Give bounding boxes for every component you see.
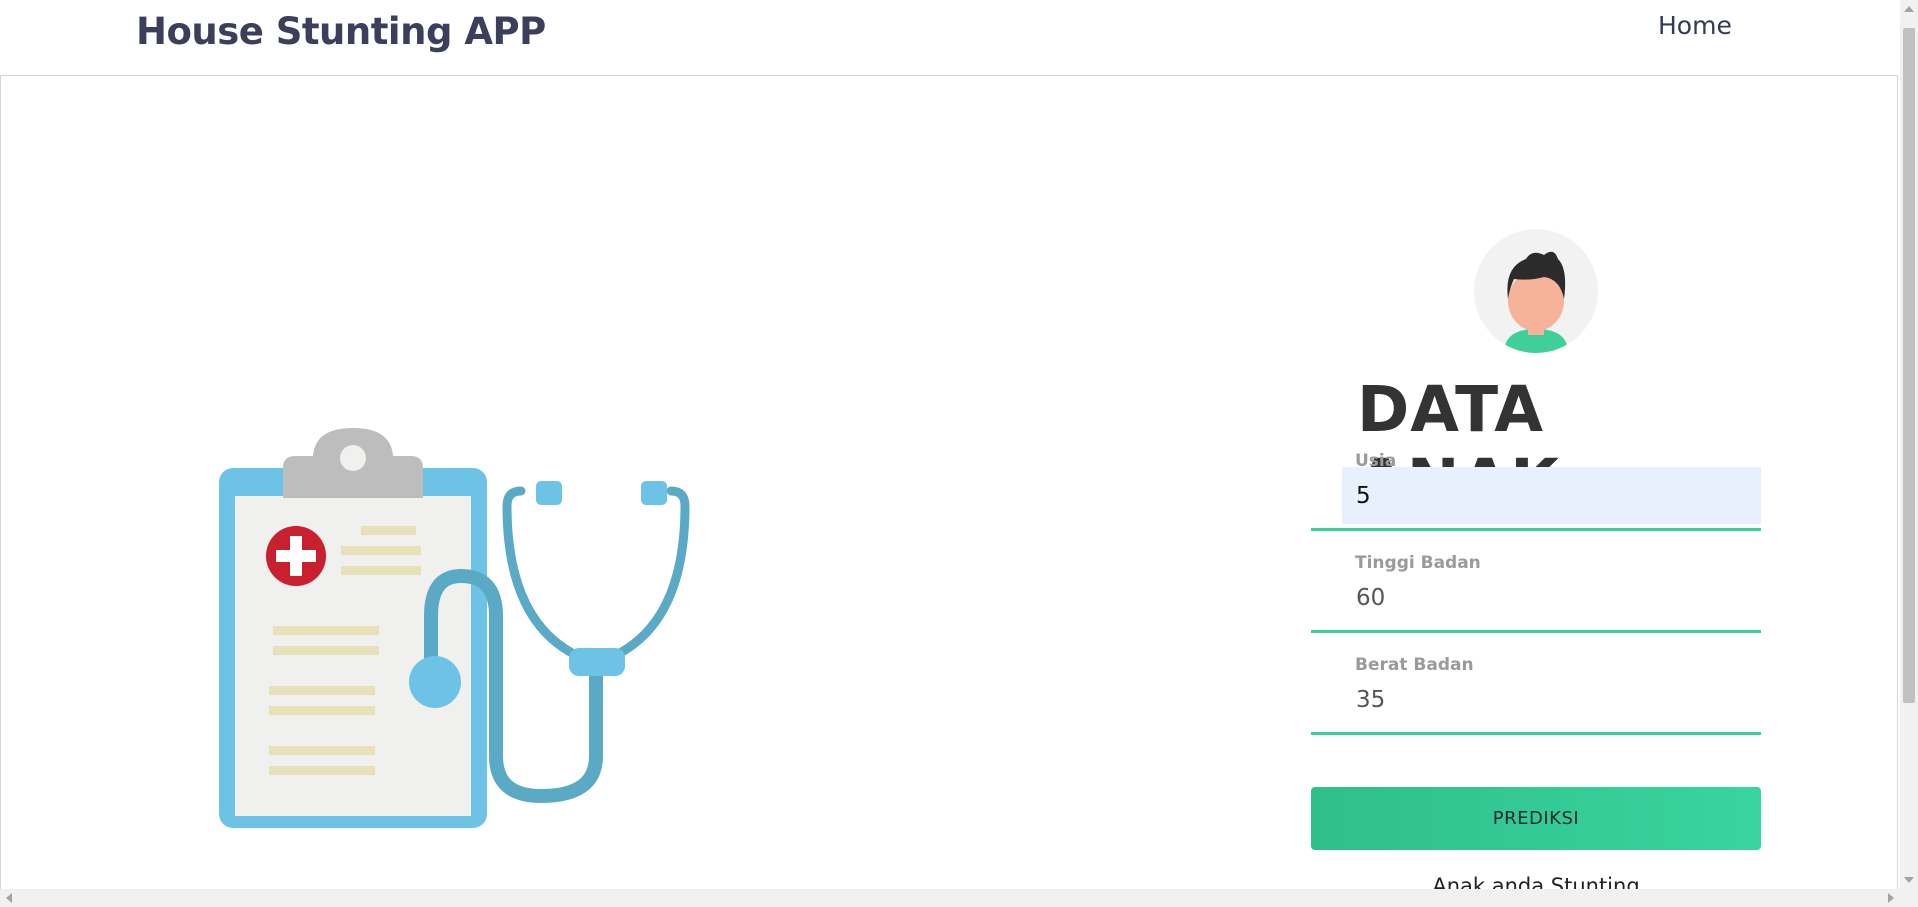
brand-title[interactable]: House Stunting APP	[136, 10, 546, 53]
field-usia: Usia	[1311, 451, 1761, 553]
field-underline	[1311, 630, 1761, 633]
nav-link-home[interactable]: Home	[1658, 11, 1732, 40]
field-berat-badan: Berat Badan	[1311, 655, 1761, 757]
usia-input[interactable]	[1342, 467, 1761, 524]
scroll-right-icon[interactable]	[1888, 893, 1894, 903]
field-underline	[1311, 528, 1761, 531]
scroll-left-icon[interactable]	[6, 893, 12, 903]
vertical-scrollbar[interactable]	[1900, 0, 1918, 889]
field-tinggi-badan: Tinggi Badan	[1311, 553, 1761, 655]
clipboard-stethoscope-icon	[219, 428, 690, 828]
berat-badan-input[interactable]	[1342, 671, 1761, 728]
horizontal-scrollbar[interactable]	[0, 889, 1918, 907]
scroll-up-icon[interactable]	[1904, 6, 1914, 12]
navbar: House Stunting APP Home	[0, 0, 1900, 75]
tinggi-badan-input[interactable]	[1342, 569, 1761, 626]
main-content: DATA ANAK Usia Tinggi Badan Berat Badan …	[0, 75, 1898, 898]
scroll-down-icon[interactable]	[1904, 877, 1914, 883]
field-underline	[1311, 732, 1761, 735]
scrollbar-thumb[interactable]	[1903, 28, 1915, 703]
prediksi-button[interactable]: PREDIKSI	[1311, 787, 1761, 850]
stethoscope-chest-piece	[409, 656, 461, 708]
child-avatar-icon	[1474, 229, 1598, 353]
